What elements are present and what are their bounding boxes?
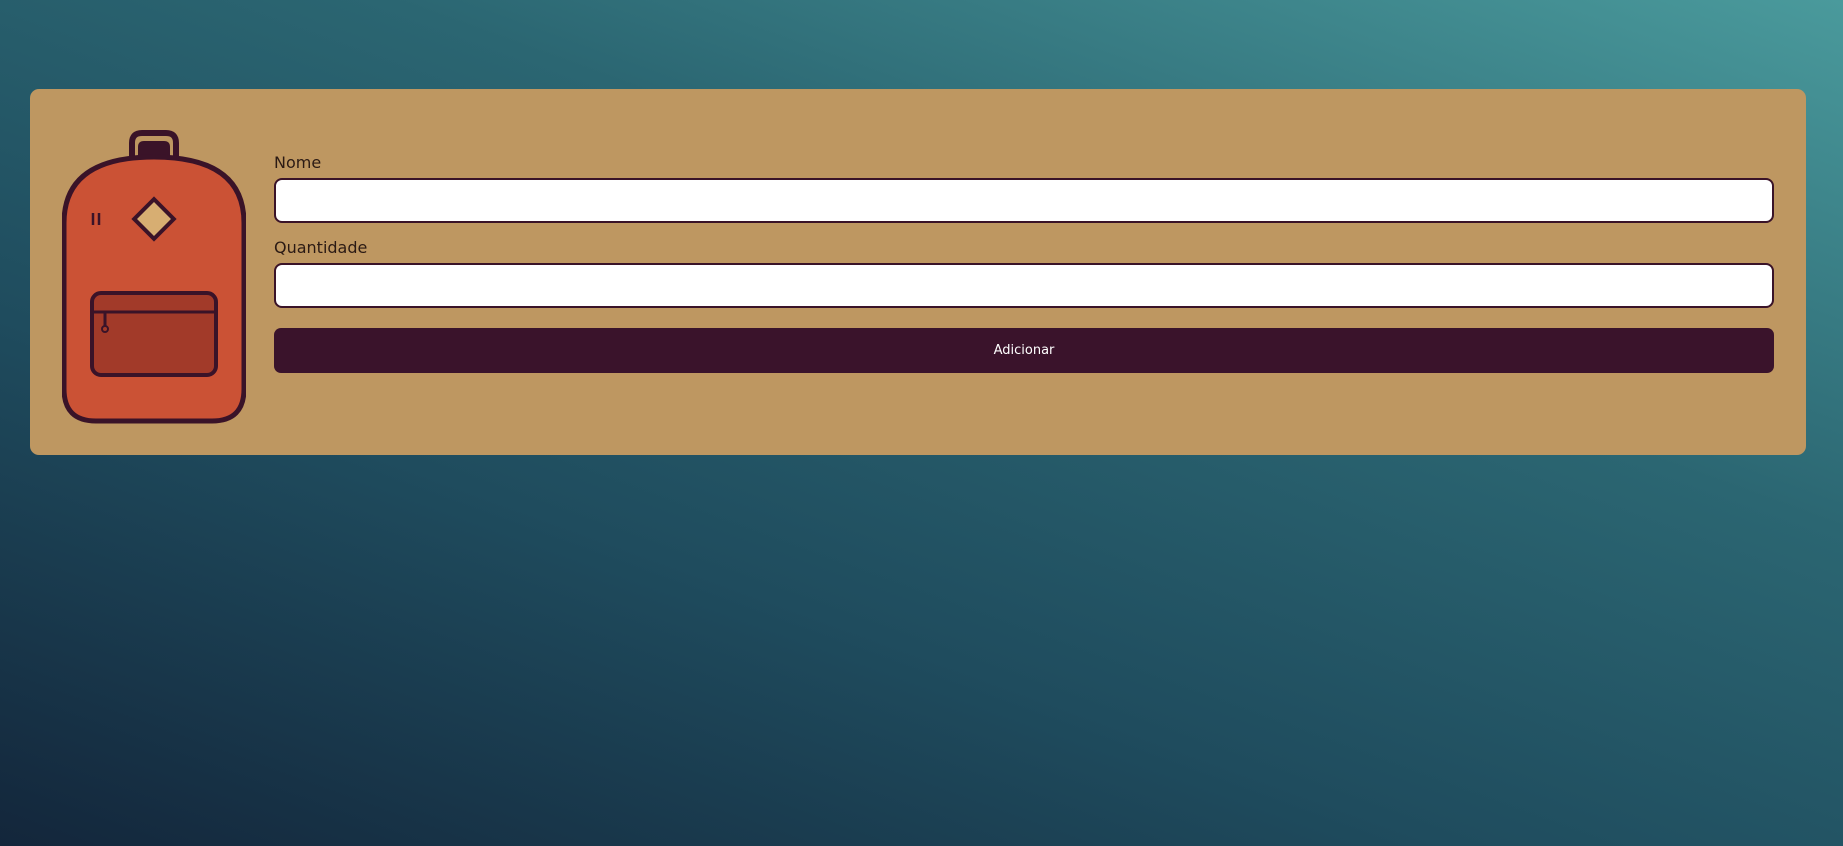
add-item-form: Nome Quantidade Adicionar — [274, 153, 1774, 373]
name-label: Nome — [274, 153, 322, 172]
quantity-label: Quantidade — [274, 238, 368, 257]
form-card: Nome Quantidade Adicionar — [30, 89, 1806, 455]
add-button[interactable]: Adicionar — [274, 328, 1774, 373]
name-input[interactable] — [274, 178, 1774, 223]
quantity-input[interactable] — [274, 263, 1774, 308]
backpack-icon — [62, 130, 246, 424]
